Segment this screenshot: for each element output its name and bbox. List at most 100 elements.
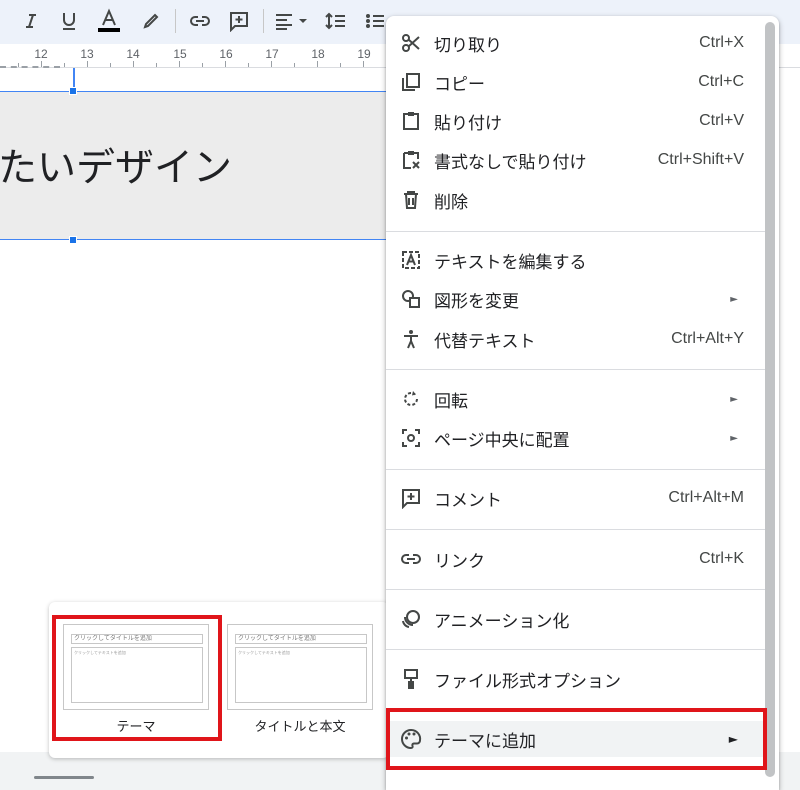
menu-item-link[interactable]: リンク Ctrl+K [386, 541, 766, 577]
italic-button[interactable] [18, 6, 44, 36]
menu-item-animate[interactable]: アニメーション化 [386, 601, 766, 637]
submenu-arrow-icon: ► [730, 432, 738, 444]
add-comment-icon [230, 12, 248, 32]
clipboard-icon [400, 111, 422, 131]
highlight-button[interactable] [138, 6, 164, 36]
menu-separator [386, 529, 766, 530]
ruler-number: 13 [80, 47, 94, 61]
menu-label: テキストを編集する [434, 252, 587, 273]
menu-item-comment[interactable]: コメント Ctrl+Alt+M [386, 480, 766, 516]
rotate-icon [400, 389, 422, 409]
menu-item-paste[interactable]: 貼り付け Ctrl+V [386, 103, 766, 139]
menu-scrollbar[interactable] [765, 22, 775, 777]
align-left-icon [276, 14, 307, 30]
annotation-highlight-box [52, 615, 222, 741]
menu-label: 切り取り [434, 35, 502, 56]
menu-label: コピー [434, 74, 485, 95]
menu-separator [386, 231, 766, 232]
menu-label: リンク [434, 551, 485, 572]
ruler-tick [87, 61, 88, 67]
rotation-handle-line [73, 68, 75, 88]
ruler-tick [133, 61, 134, 67]
ruler-number: 17 [265, 47, 279, 61]
menu-item-change-shape[interactable]: 図形を変更 ► [386, 281, 766, 317]
menu-separator [386, 469, 766, 470]
menu-item-center-on-page[interactable]: ページ中央に配置 ► [386, 420, 766, 456]
shapes-icon [400, 289, 422, 309]
menu-separator [386, 649, 766, 650]
ruler-tick [41, 61, 42, 67]
ruler-tick [202, 63, 203, 67]
slide-title-text[interactable]: たいデザイン [0, 137, 232, 193]
ruler-number: 12 [34, 47, 48, 61]
menu-label: 削除 [434, 192, 468, 213]
text-color-button[interactable] [95, 6, 123, 36]
ruler-tick [271, 61, 272, 67]
menu-item-copy[interactable]: コピー Ctrl+C [386, 64, 766, 100]
trash-icon [400, 190, 422, 210]
ruler-number: 18 [311, 47, 325, 61]
menu-label: コメント [434, 490, 502, 511]
add-comment-icon [400, 488, 422, 509]
bulleted-list-icon [366, 14, 384, 28]
toolbar-separator [175, 9, 176, 33]
ruler-tick [18, 63, 19, 67]
menu-shortcut: Ctrl+Shift+V [657, 151, 744, 168]
menu-shortcut: Ctrl+K [699, 550, 744, 567]
menu-item-edit-text[interactable]: テキストを編集する [386, 242, 766, 278]
menu-label: 代替テキスト [434, 331, 536, 352]
ruler-tick [179, 61, 180, 67]
insert-comment-button[interactable] [225, 6, 253, 36]
menu-label: アニメーション化 [434, 611, 570, 632]
ruler-tick [340, 63, 341, 67]
italic-icon [26, 14, 36, 28]
ruler-tick [64, 63, 65, 67]
menu-shortcut: Ctrl+C [698, 73, 744, 90]
resize-handle-top[interactable] [69, 87, 77, 95]
insert-link-button[interactable] [186, 6, 214, 36]
menu-item-paste-without-formatting[interactable]: 書式なしで貼り付け Ctrl+Shift+V [386, 142, 766, 178]
submenu-arrow-icon: ► [730, 293, 738, 305]
underline-button[interactable] [56, 6, 82, 36]
menu-label: 回転 [434, 391, 468, 412]
align-dropdown[interactable] [272, 6, 312, 36]
animation-icon [400, 609, 422, 629]
layout-label: タイトルと本文 [254, 720, 346, 735]
menu-item-alt-text[interactable]: 代替テキスト Ctrl+Alt+Y [386, 321, 766, 357]
text-color-icon [98, 8, 120, 32]
filmstrip-scrollbar[interactable] [34, 776, 94, 779]
toolbar-separator [263, 9, 264, 33]
menu-label: ファイル形式オプション [434, 671, 621, 692]
menu-shortcut: Ctrl+V [699, 112, 744, 129]
link-icon [190, 16, 210, 26]
menu-separator [386, 589, 766, 590]
menu-shortcut: Ctrl+X [699, 34, 744, 51]
context-menu: 切り取り Ctrl+X コピー Ctrl+C 貼り付け Ctrl+V 書式なしで… [386, 16, 779, 790]
bulleted-list-button[interactable] [362, 6, 388, 36]
submenu-arrow-icon: ► [730, 393, 738, 405]
menu-separator [386, 369, 766, 370]
ruler-tick [363, 61, 364, 67]
ruler-number: 14 [126, 47, 140, 61]
ruler-number: 16 [219, 47, 233, 61]
ruler-number: 19 [357, 47, 371, 61]
ruler-tick [248, 63, 249, 67]
menu-item-cut[interactable]: 切り取り Ctrl+X [386, 25, 766, 61]
text-box-icon [400, 250, 422, 270]
copy-icon [400, 72, 422, 92]
menu-item-format-options[interactable]: ファイル形式オプション [386, 661, 766, 697]
annotation-highlight-box [386, 708, 767, 770]
layout-thumbnail: クリックしてタイトルを追加 クリックしてテキストを追加 [227, 624, 373, 710]
ruler-tick [225, 61, 226, 67]
layout-title-and-body[interactable]: クリックしてタイトルを追加 クリックしてテキストを追加 タイトルと本文 [227, 624, 373, 735]
menu-item-delete[interactable]: 削除 [386, 182, 766, 218]
ruler-tick [110, 63, 111, 67]
ruler-number: 15 [173, 47, 187, 61]
ruler-tick [156, 63, 157, 67]
resize-handle-bottom[interactable] [69, 236, 77, 244]
menu-item-rotate[interactable]: 回転 ► [386, 381, 766, 417]
menu-label: 貼り付け [434, 113, 502, 134]
line-spacing-button[interactable] [322, 6, 350, 36]
line-spacing-icon [325, 12, 345, 30]
link-icon [400, 549, 422, 569]
